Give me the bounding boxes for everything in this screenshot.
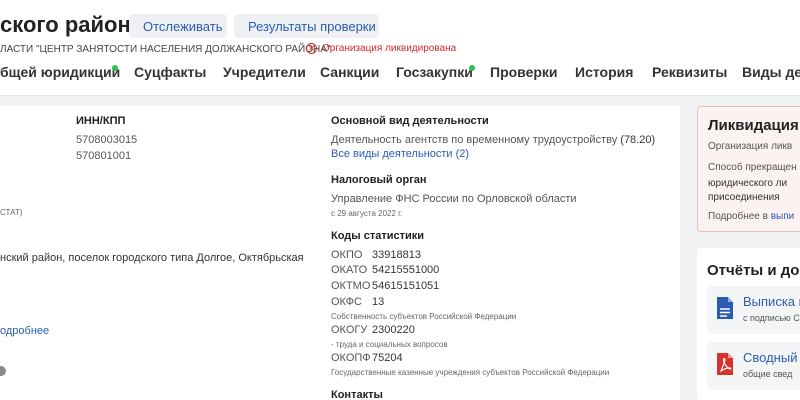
new-dot-icon [112,65,118,71]
tab-sanctions-label: Санкции [320,64,380,80]
inn-value: 5708003015 [76,134,138,146]
kpp-value: 570801001 [76,150,132,162]
report-summary-name: Сводный [743,350,798,365]
oktmo-value: 54615151051 [372,280,440,292]
okfs-label: ОКФС [331,296,362,308]
address-value: нский район, поселок городского типа Дол… [0,252,304,264]
tab-procurement[interactable]: Госзакупки [396,64,475,80]
tab-history-label: История [575,64,634,80]
question-icon[interactable] [0,366,6,376]
tab-requisites[interactable]: Реквизиты [652,64,727,80]
report-extract-sub: с подписью С [743,313,800,323]
okpo-value: 33918813 [372,249,421,261]
close-circle-icon: ✕ [306,43,317,54]
contacts-label: Контакты [331,389,383,400]
liquidation-line-1: Организация ликв [708,141,793,152]
stat-codes-label: Коды статистики [331,230,425,242]
all-activities-link[interactable]: Все виды деятельности (2) [331,148,469,160]
okopf-value: 75204 [372,352,403,364]
status-badge-text: Организация ликвидирована [322,43,457,54]
tab-requisites-label: Реквизиты [652,64,728,80]
liquidation-more-prefix: Подробнее в [708,211,768,222]
tab-founders-label: Учредители [223,64,306,80]
reports-card: Отчёты и до Выписка и с подписью С Сводн… [697,248,800,400]
okpo-label: ОКПО [331,249,363,261]
oktmo-label: ОКТМО [331,280,371,292]
status-badge: ✕ Организация ликвидирована [306,43,456,54]
tab-procurement-label: Госзакупки [396,64,473,80]
tab-founders[interactable]: Учредители [223,64,306,80]
tab-activities[interactable]: Виды дея [742,64,800,80]
okopf-label: ОКОПФ [331,352,371,364]
tab-history[interactable]: История [575,64,633,80]
report-summary[interactable]: Сводный общие свед [707,342,800,390]
okfs-desc: Собственность субъектов Российской Федер… [331,312,517,321]
liquidation-more: Подробнее в выпи [708,211,794,222]
company-header: ского района" Отслеживать Результаты про… [0,0,800,96]
address-more-link[interactable]: одробнее [0,325,49,337]
pdf-icon [717,353,733,375]
liquidation-more-link[interactable]: выпи [771,211,795,222]
okogu-label: ОКОГУ [331,324,368,336]
liquidation-line-3: юридического ли [708,178,788,189]
tab-activities-label: Виды дея [742,64,800,80]
results-button-label: Результаты проверки [248,18,376,34]
liquidation-line-2: Способ прекращен [708,162,797,173]
okato-value: 54215551000 [372,264,440,276]
report-summary-sub: общие свед [743,369,793,379]
liquidation-line-4: присоединения [708,192,780,203]
tax-authority-label: Налоговый орган [331,174,427,186]
document-icon [717,297,733,319]
tab-court-facts[interactable]: Суцфакты [134,64,206,80]
results-button[interactable]: Результаты проверки [234,14,379,38]
activity-name: Деятельность агентств по временному труд… [331,134,618,146]
liquidation-card: Ликвидация Организация ликв Способ прекр… [697,106,800,232]
activity-text: Деятельность агентств по временному труд… [331,134,655,146]
okogu-desc: - труда и социальных вопросов [331,340,448,349]
tab-sanctions[interactable]: Санкции [320,64,379,80]
track-button[interactable]: Отслеживать [129,14,227,38]
tab-court-facts-label: Суцфакты [134,64,207,80]
company-full-name: ЛАСТИ "ЦЕНТР ЗАНЯТОСТИ НАСЕЛЕНИЯ ДОЛЖАНС… [0,44,331,55]
okato-label: ОКАТО [331,264,368,276]
company-details-panel: ИНН/КПП 5708003015 570801001 СТАТ) нский… [0,106,680,400]
tab-courts-label: бщей юридикции [0,64,121,80]
tab-courts[interactable]: бщей юридикции [0,64,120,80]
stat-fragment: СТАТ) [0,208,23,217]
okfs-value: 13 [372,296,385,308]
reports-title: Отчёты и до [707,262,800,279]
okopf-desc: Государственные казенные учреждения субъ… [331,368,610,377]
tab-inspections[interactable]: Проверки [490,64,558,80]
okogu-value: 2300220 [372,324,415,336]
liquidation-title: Ликвидация [708,117,799,134]
report-extract[interactable]: Выписка и с подписью С [707,286,800,334]
activity-label: Основной вид деятельности [331,115,489,127]
report-extract-name: Выписка и [743,294,800,309]
tax-authority-name: Управление ФНС России по Орловской облас… [331,193,577,205]
tax-authority-date: с 29 августа 2022 г. [331,209,403,218]
activity-code: (78.20) [620,134,656,146]
section-tabs: бщей юридикции Суцфакты Учредители Санкц… [0,64,800,88]
tab-inspections-label: Проверки [490,64,558,80]
new-dot-icon [469,65,475,71]
inn-kpp-label: ИНН/КПП [76,115,126,127]
track-button-label: Отслеживать [143,18,223,34]
